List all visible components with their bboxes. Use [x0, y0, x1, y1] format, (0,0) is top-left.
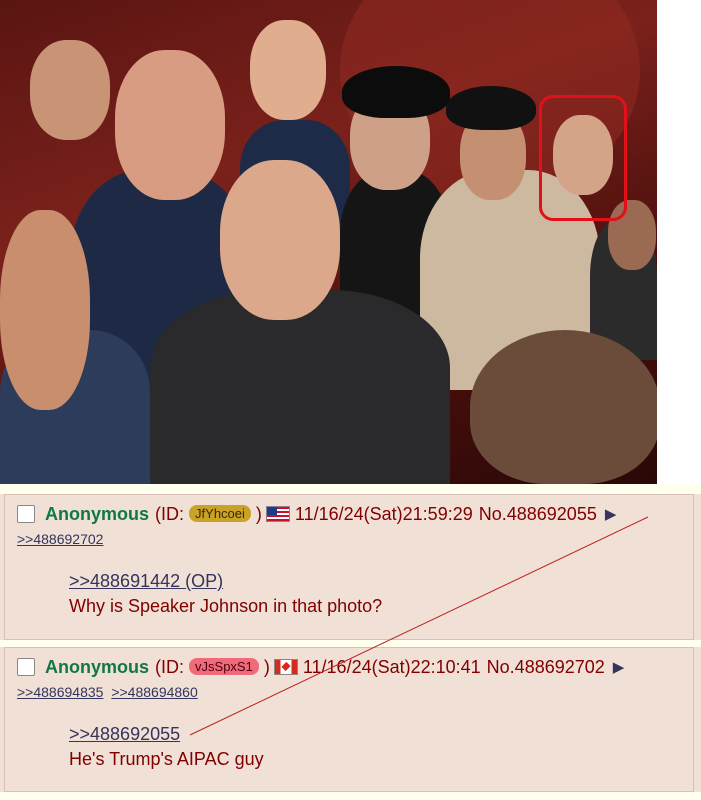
- post-message: Why is Speaker Johnson in that photo?: [69, 596, 383, 616]
- backlinks: >>488694835 >>488694860: [17, 684, 202, 700]
- post-number[interactable]: No.488692702: [487, 657, 605, 678]
- quote-link[interactable]: >>488691442 (OP): [69, 571, 223, 592]
- post-header: Anonymous (ID: vJsSpxS1 ) 11/16/24(Sat)2…: [17, 656, 624, 678]
- backlink[interactable]: >>488692702: [17, 531, 103, 547]
- post-datetime: 11/16/24(Sat)22:10:41: [302, 656, 481, 677]
- backlinks: >>488692702: [17, 531, 107, 547]
- poster-id: (ID: JfYhcoei ): [155, 503, 262, 524]
- highlight-circle: [539, 95, 627, 221]
- id-badge[interactable]: JfYhcoei: [189, 504, 251, 522]
- backlink[interactable]: >>488694835: [17, 684, 103, 700]
- quote-link[interactable]: >>488692055: [69, 724, 180, 745]
- select-checkbox[interactable]: [17, 505, 35, 523]
- group-photo: [0, 0, 657, 484]
- poster-name: Anonymous: [45, 503, 150, 524]
- image-margin: [657, 0, 701, 484]
- id-badge[interactable]: vJsSpxS1: [189, 657, 259, 675]
- select-checkbox[interactable]: [17, 658, 35, 676]
- reply-post: Anonymous (ID: vJsSpxS1 ) 11/16/24(Sat)2…: [4, 647, 694, 792]
- post-menu-arrow-icon[interactable]: ▶: [605, 505, 617, 523]
- post-message: He's Trump's AIPAC guy: [69, 749, 264, 769]
- backlink[interactable]: >>488694860: [111, 684, 197, 700]
- canada-flag-icon: [273, 659, 298, 675]
- post-menu-arrow-icon[interactable]: ▶: [613, 658, 625, 676]
- poster-id: (ID: vJsSpxS1 ): [155, 656, 270, 677]
- post-header: Anonymous (ID: JfYhcoei ) 11/16/24(Sat)2…: [17, 503, 616, 525]
- us-flag-icon: [265, 506, 290, 522]
- post-datetime: 11/16/24(Sat)21:59:29: [294, 503, 473, 524]
- post-number[interactable]: No.488692055: [479, 504, 597, 525]
- reply-post: Anonymous (ID: JfYhcoei ) 11/16/24(Sat)2…: [4, 494, 694, 640]
- poster-name: Anonymous: [45, 656, 150, 677]
